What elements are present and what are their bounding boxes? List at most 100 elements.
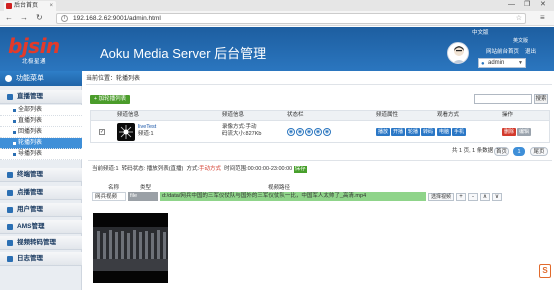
browser-tab[interactable]: 后台首页 × [4,1,56,11]
search-button[interactable]: 搜索 [534,94,548,104]
status-icon-1[interactable]: ◉ [287,128,295,136]
pager-first-button[interactable]: 首页 [494,147,509,156]
sidebar-group-vod[interactable]: 点播管理 [0,186,82,200]
status-icon-3[interactable]: ◉ [305,128,313,136]
col-header-info: 频道信息 [222,112,245,118]
detail-time-value: 00:00:00-23:00:00 [247,166,293,172]
sidebar-group-logs[interactable]: 日志管理 [0,252,82,266]
pager-current[interactable]: 1 [513,147,525,156]
live-icon [7,94,13,100]
tab-close-icon[interactable]: × [49,1,53,11]
app-title: Aoku Media Server 后台管理 [100,46,267,61]
forward-icon[interactable]: → [20,13,28,23]
status-icon-5[interactable]: ◉ [323,128,331,136]
col-header-attrs: 频道属性 [376,112,399,118]
sidebar-group-label: 直播管理 [17,93,43,100]
maximize-icon[interactable]: ❐ [524,0,530,10]
logs-icon [7,256,13,262]
sidebar-title: 功能菜单 [0,71,82,86]
search-input[interactable] [474,94,532,104]
info-icon[interactable]: i [61,15,68,22]
tab-title: 后台首页 [14,3,39,9]
entry-path-field[interactable]: d:/data/网兵中国的三军仪仗队与国外的三军仪仗队一比，中国军人太帅了_高清… [160,192,426,201]
sidebar-group-ams[interactable]: AMS管理 [0,220,82,234]
sidebar-item-label: 回播列表 [18,129,43,135]
channel-name-link[interactable]: liveTest [138,124,156,131]
users-icon [7,207,13,213]
logo-subtitle: 北极星通 [22,59,47,65]
col-path: 视频路径 [268,185,291,191]
sidebar-group-terminal[interactable]: 终端管理 [0,168,82,182]
attr-carousel-button[interactable]: 轮播 [406,128,421,136]
sidebar-group-live[interactable]: 直播管理 [0,90,82,104]
move-down-button[interactable]: ∨ [492,193,502,201]
sidebar-group-transcode[interactable]: 视频转码管理 [0,236,82,250]
pager-last-button[interactable]: 尾页 [530,147,548,156]
channel-thumbnail [117,123,135,141]
browser-menu-icon[interactable]: ≡ [540,13,545,23]
attr-play-button[interactable]: 播放 [376,128,391,136]
edit-button[interactable]: 编辑 [517,128,532,136]
row-checkbox[interactable]: ✓ [99,129,105,135]
user-dropdown[interactable]: ● admin ▼ [478,58,526,68]
sidebar-group-label: 终端管理 [17,171,43,178]
attr-transcode-button[interactable]: 转码 [421,128,436,136]
status-icon-2[interactable]: ◉ [296,128,304,136]
sidebar-group-users[interactable]: 用户管理 [0,203,82,217]
add-carousel-button[interactable]: + 加轮播列表 [90,95,130,104]
sidebar-group-label: 点播管理 [17,189,43,196]
link-frontend[interactable]: 网站前台首页 [486,47,519,55]
bullet-icon [13,142,16,145]
bookmark-star-icon[interactable]: ☆ [516,14,522,23]
minimize-icon[interactable]: — [508,0,515,10]
select-video-button[interactable]: 选择视频 [428,193,454,201]
sidebar-group-label: 日志管理 [17,255,43,262]
entry-name-field[interactable]: 网兵视频 [92,192,126,201]
col-header-ops: 操作 [502,112,514,118]
terminal-icon [7,172,13,178]
save-chip-button[interactable]: 保存 [293,166,307,173]
detail-time-label: 时间范围: [224,166,248,172]
divider [88,160,552,161]
status-icons: ◉ ◉ ◉ ◉ ◉ [287,128,332,136]
col-name: 名称 [108,185,120,191]
bullet-icon [13,120,16,123]
sidebar-item-replay[interactable]: 回播列表 [0,127,82,138]
vod-icon [7,190,13,196]
entry-type-field[interactable]: file [128,192,158,201]
sidebar-item-director[interactable]: 导播列表 [0,149,82,160]
sidebar-item-label: 全部列表 [18,107,43,113]
app-header [0,27,554,71]
reload-icon[interactable]: ↻ [36,13,43,23]
status-icon-4[interactable]: ◉ [314,128,322,136]
sidebar-item-live[interactable]: 直播列表 [0,116,82,127]
bullet-icon [13,131,16,134]
sidebar-group-label: 视频转码管理 [17,239,56,246]
watch-mobile-button[interactable]: 手机 [452,128,467,136]
avatar[interactable] [447,42,469,64]
back-icon[interactable]: ← [5,13,13,23]
watch-pc-button[interactable]: 电脑 [437,128,452,136]
col-header-status: 状态栏 [287,112,304,118]
video-preview[interactable] [93,213,168,283]
link-chinese[interactable]: 中文版 [472,28,489,36]
corner-widget-icon[interactable]: S [539,264,551,278]
sidebar-item-carousel[interactable]: 轮播列表 [0,138,82,149]
close-window-icon[interactable]: ✕ [540,0,546,10]
detail-transcode-label: 转码状态: [121,166,146,172]
remove-entry-button[interactable]: - [468,193,478,201]
detail-method-label: 方式: [186,166,199,172]
move-up-button[interactable]: ∧ [480,193,490,201]
browser-tab-bar [0,0,554,11]
attr-start-button[interactable]: 开播 [391,128,406,136]
link-logout[interactable]: 退出 [525,47,536,55]
attr-buttons: 播放 开播 轮播 转码 [376,128,436,136]
sidebar-item-all[interactable]: 全部列表 [0,105,82,116]
bullet-icon [13,153,16,156]
add-entry-button[interactable]: + [456,193,466,201]
link-english[interactable]: 英文版 [513,37,528,44]
col-header-channel: 频道信息 [117,112,140,118]
delete-button[interactable]: 删除 [502,128,517,136]
url-field[interactable]: i 192.168.2.62:9001/admin.html ☆ [56,13,526,24]
detail-channel: 当前频道:1 [92,166,119,172]
